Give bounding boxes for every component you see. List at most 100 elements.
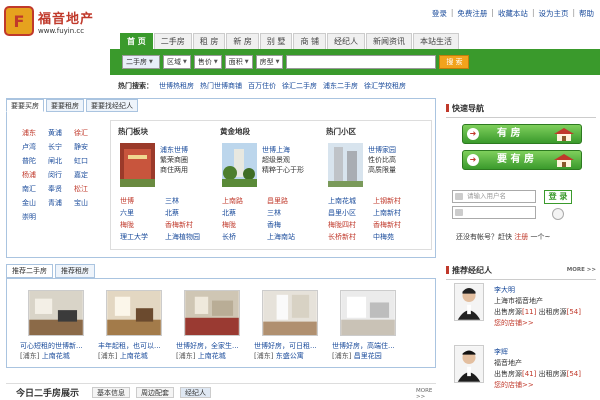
listing-photo[interactable]	[262, 290, 318, 336]
nav-tab-home[interactable]: 首 页	[120, 33, 153, 49]
listing-card[interactable]: 世博好房，可日租... [浦东] 东盛公寓	[254, 290, 324, 361]
district-link[interactable]: 虹口	[74, 156, 100, 166]
tab-agent[interactable]: 经纪人	[180, 387, 211, 398]
block-side-link[interactable]: 世博上海	[262, 145, 304, 155]
district-link[interactable]: 徐汇	[74, 128, 100, 138]
district-link[interactable]: 静安	[74, 142, 100, 152]
sell-house-button[interactable]: ➜ 有 房	[462, 124, 582, 144]
district-link[interactable]: 金山	[22, 198, 48, 208]
agents-more-link[interactable]: MORE >>	[567, 267, 596, 273]
block-link[interactable]: 上钢新村	[373, 196, 423, 206]
tab-recommend-second-hand[interactable]: 推荐二手房	[6, 264, 53, 278]
agent-avatar[interactable]	[454, 345, 484, 383]
nav-tab-villa[interactable]: 别 墅	[259, 33, 293, 49]
register-link[interactable]: 免费注册	[457, 8, 487, 19]
password-input[interactable]	[452, 206, 536, 219]
hot-search-link[interactable]: 浦东二手房	[323, 81, 358, 91]
search-button[interactable]: 搜 索	[439, 55, 470, 69]
district-link[interactable]: 闵行	[48, 170, 74, 180]
block-link[interactable]: 上南路	[222, 196, 267, 206]
keyword-input[interactable]	[286, 55, 437, 69]
listing-community-link[interactable]: 昌里花园	[354, 352, 382, 360]
block-link[interactable]: 世博	[120, 196, 165, 206]
listing-photo[interactable]	[28, 290, 84, 336]
hot-search-link[interactable]: 徐汇学校租房	[364, 81, 406, 91]
login-link[interactable]: 登录	[432, 8, 447, 19]
agent-avatar[interactable]	[454, 283, 484, 321]
tab-buy[interactable]: 要要买房	[6, 99, 44, 112]
listing-title[interactable]: 世博好房，高端住...	[332, 341, 402, 351]
nav-tab-new[interactable]: 新 房	[226, 33, 259, 49]
district-link[interactable]: 崇明	[22, 212, 48, 222]
block-link[interactable]: 六里	[120, 208, 165, 218]
set-homepage-link[interactable]: 设为主页	[538, 8, 568, 19]
block-link[interactable]: 梅陇四村	[328, 220, 373, 230]
listing-community-link[interactable]: 上南花城	[198, 352, 226, 360]
block-link[interactable]: 上南花城	[328, 196, 373, 206]
district-link[interactable]: 宝山	[74, 198, 100, 208]
bookmark-link[interactable]: 收藏本站	[498, 8, 528, 19]
listing-community-link[interactable]: 东盛公寓	[276, 352, 304, 360]
tab-find-agent[interactable]: 要要找经纪人	[86, 99, 138, 112]
block-link[interactable]: 长桥新村	[328, 232, 373, 242]
hot-area-photo[interactable]	[120, 143, 155, 187]
listing-title[interactable]: 可心短租的世博新...	[20, 341, 90, 351]
today-more-link[interactable]: MORE >>	[416, 388, 436, 400]
listing-community-link[interactable]: 上南花城	[120, 352, 148, 360]
block-side-link[interactable]: 世博家园	[368, 145, 396, 155]
district-link[interactable]: 松江	[74, 184, 100, 194]
block-link[interactable]: 昌里路	[267, 196, 317, 206]
listing-title[interactable]: 丰年起租，也可以...	[98, 341, 168, 351]
hot-search-link[interactable]: 世博热租房	[159, 81, 194, 91]
layout-select[interactable]: 房型 ▼	[255, 55, 284, 69]
block-link[interactable]: 三林	[165, 196, 215, 206]
price-select[interactable]: 售价 ▼	[193, 55, 222, 69]
block-link[interactable]: 北蔡	[222, 208, 267, 218]
block-link[interactable]: 三林	[267, 208, 317, 218]
golden-area-photo[interactable]	[222, 143, 257, 187]
district-link[interactable]: 闸北	[48, 156, 74, 166]
block-link[interactable]: 上海植物园	[165, 232, 215, 242]
nav-tab-rent[interactable]: 租 房	[192, 33, 226, 49]
agent-shop-link[interactable]: 您的店铺>>	[494, 319, 534, 327]
block-link[interactable]: 上海南站	[267, 232, 317, 242]
want-house-button[interactable]: ➜ 要 有 房	[462, 150, 582, 170]
district-link[interactable]: 卢湾	[22, 142, 48, 152]
register-link[interactable]: 注册	[514, 233, 528, 241]
listing-photo[interactable]	[106, 290, 162, 336]
block-link[interactable]: 昌里小区	[328, 208, 373, 218]
site-logo[interactable]: F 福音地产 www.fuyin.cc	[4, 6, 124, 40]
nav-tab-agent[interactable]: 经纪人	[326, 33, 365, 49]
district-link[interactable]: 浦东	[22, 128, 48, 138]
hot-search-link[interactable]: 徐汇二手房	[282, 81, 317, 91]
agent-name[interactable]: 李大明	[494, 285, 581, 296]
district-link[interactable]: 嘉定	[74, 170, 100, 180]
district-link[interactable]: 青浦	[48, 198, 74, 208]
agent-shop-link[interactable]: 您的店铺>>	[494, 381, 534, 389]
block-link[interactable]: 上南新村	[373, 208, 423, 218]
block-side-link[interactable]: 浦东世博	[160, 145, 188, 155]
tab-recommend-rent[interactable]: 推荐租房	[55, 264, 95, 278]
hot-community-photo[interactable]	[328, 143, 363, 187]
nav-tab-shop[interactable]: 商 铺	[293, 33, 326, 49]
listing-card[interactable]: 可心短租的世博新... [浦东] 上南花城	[20, 290, 90, 361]
listing-title[interactable]: 世博好房，全家生...	[176, 341, 246, 351]
block-link[interactable]: 香梅	[267, 220, 317, 230]
listing-community-link[interactable]: 上南花城	[42, 352, 70, 360]
listing-photo[interactable]	[340, 290, 396, 336]
district-link[interactable]: 普陀	[22, 156, 48, 166]
block-link[interactable]: 长桥	[222, 232, 267, 242]
district-link[interactable]: 南汇	[22, 184, 48, 194]
agent-name[interactable]: 李辉	[494, 347, 581, 358]
tab-rent[interactable]: 要要租房	[46, 99, 84, 112]
district-select[interactable]: 区域 ▼	[163, 55, 191, 69]
district-link[interactable]: 杨浦	[22, 170, 48, 180]
hot-search-link[interactable]: 百万住价	[248, 81, 276, 91]
block-link[interactable]: 中梅苑	[373, 232, 423, 242]
username-input[interactable]: 请输入用户名	[452, 190, 536, 203]
tab-basic-info[interactable]: 基本信息	[92, 387, 130, 398]
login-button[interactable]: 登 录	[544, 190, 572, 204]
listing-photo[interactable]	[184, 290, 240, 336]
nav-tab-life[interactable]: 本站生活	[412, 33, 459, 49]
search-type-select[interactable]: 二手房 ▼	[122, 55, 160, 69]
